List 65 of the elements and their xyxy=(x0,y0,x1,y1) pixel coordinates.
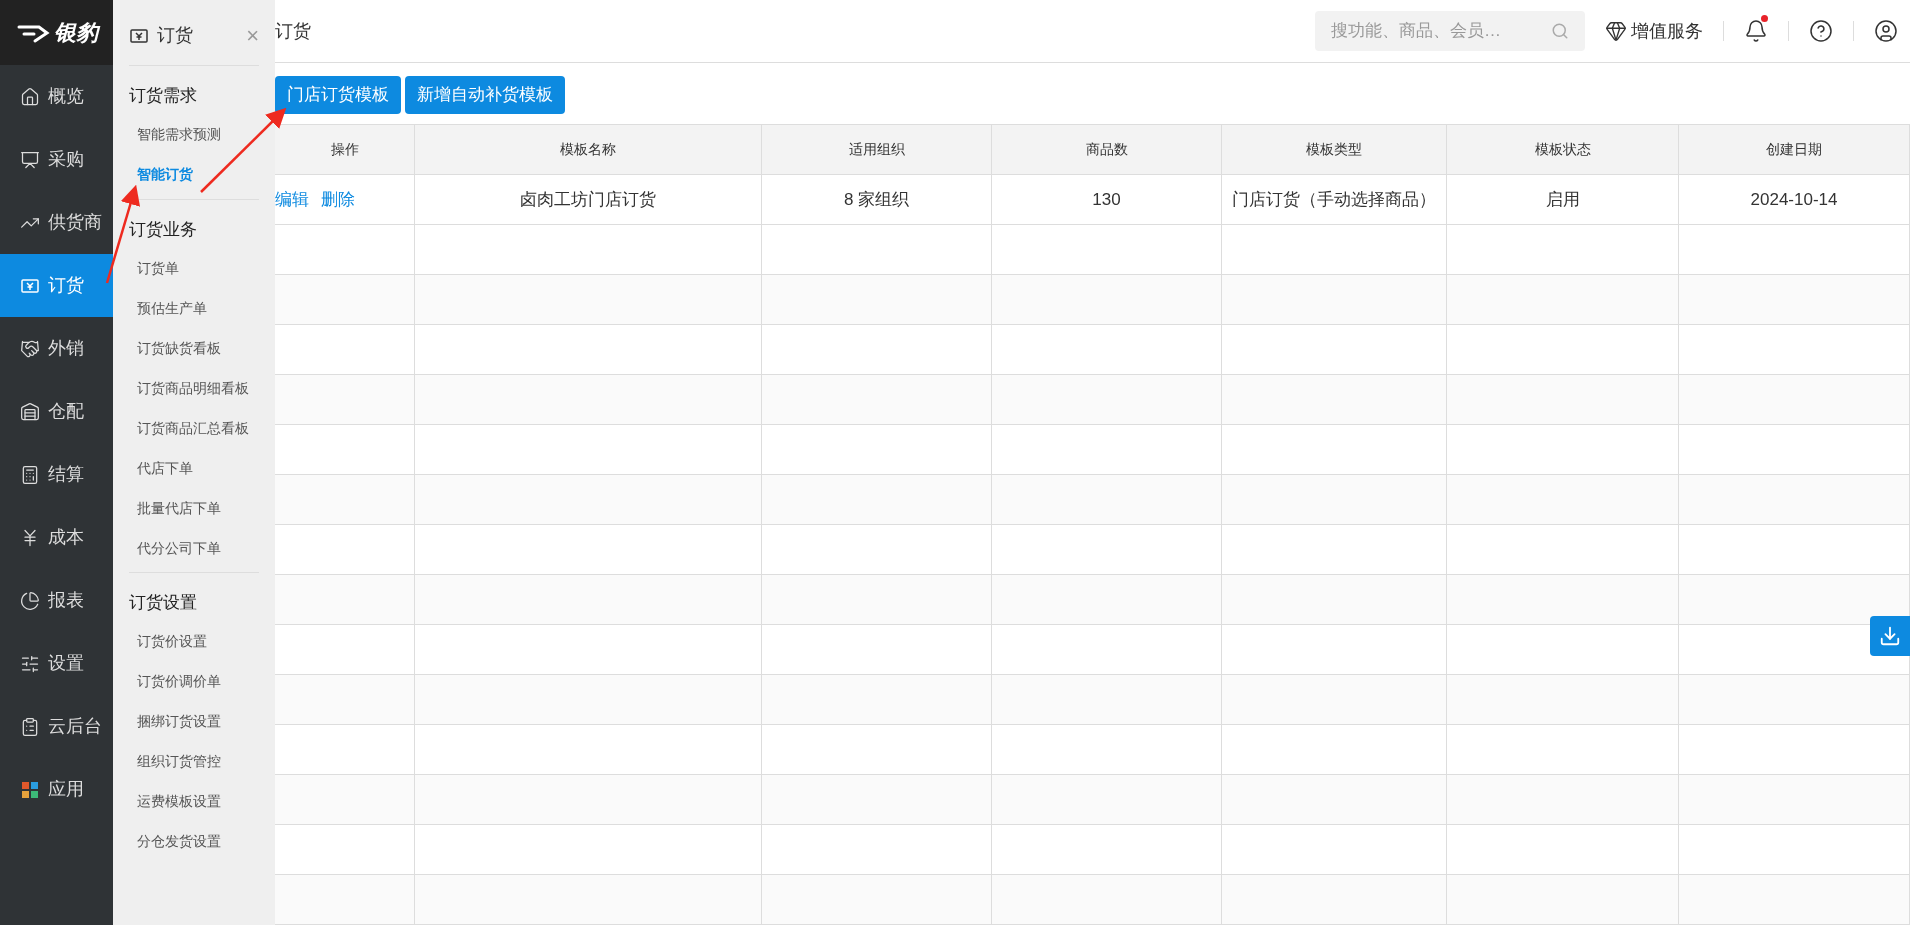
nav-item[interactable]: 外销 xyxy=(0,317,113,380)
group-title: 订货业务 xyxy=(129,218,198,241)
add-template-button[interactable]: 新增自动补货模板 xyxy=(405,76,565,114)
nav-item[interactable]: 报表 xyxy=(0,569,113,632)
group-title: 订货需求 xyxy=(129,85,198,107)
home-icon xyxy=(20,86,40,107)
table-cell: 卤肉工坊门店订货 xyxy=(415,175,762,224)
submenu-item[interactable]: 捆绑订货设置 xyxy=(129,701,259,742)
search-icon xyxy=(1551,22,1569,40)
nav-item[interactable]: 云后台 xyxy=(0,695,113,758)
column-header: 创建日期 xyxy=(1679,125,1910,174)
submenu-item[interactable]: 订货价设置 xyxy=(129,621,259,662)
table-cell: 门店订货（手动选择商品） xyxy=(1222,175,1447,224)
value-added-link[interactable]: 增值服务 xyxy=(1605,17,1703,45)
page-title: 订货 xyxy=(275,19,312,43)
board-icon xyxy=(20,149,40,170)
submenu-item[interactable]: 分仓发货设置 xyxy=(129,821,259,862)
table-cell: 2024-10-14 xyxy=(1679,175,1910,224)
submenu-item[interactable]: 预估生产单 xyxy=(129,288,259,328)
submenu-item[interactable]: 批量代店下单 xyxy=(129,488,259,528)
column-header: 操作 xyxy=(275,125,415,174)
download-icon xyxy=(1879,625,1901,647)
submenu-item[interactable]: 订货商品明细看板 xyxy=(129,368,259,408)
nav-item[interactable]: 结算 xyxy=(0,443,113,506)
group-title: 订货设置 xyxy=(129,592,198,614)
column-header: 模板状态 xyxy=(1447,125,1679,174)
submenu-item[interactable]: 订货商品汇总看板 xyxy=(129,408,259,448)
column-header: 模板类型 xyxy=(1222,125,1447,174)
submenu-item[interactable]: 代店下单 xyxy=(129,448,259,488)
action-link[interactable]: 编辑 xyxy=(275,186,309,213)
apps-icon xyxy=(20,779,40,800)
pie-chart-icon xyxy=(20,590,40,611)
table-cell: 启用 xyxy=(1447,175,1679,224)
submenu-item[interactable]: 代分公司下单 xyxy=(129,528,259,568)
add-template-button[interactable]: 门店订货模板 xyxy=(275,76,401,114)
submenu-item[interactable]: 订货单 xyxy=(129,248,259,288)
action-link[interactable]: 删除 xyxy=(321,186,355,213)
diamond-icon xyxy=(1605,20,1627,42)
submenu-item[interactable]: 组织订货管控 xyxy=(129,741,259,782)
nav-item[interactable]: 概览 xyxy=(0,65,113,128)
submenu-item[interactable]: 订货价调价单 xyxy=(129,661,259,702)
handshake-icon xyxy=(20,338,40,359)
sliders-icon xyxy=(20,653,40,674)
nav-item[interactable]: 应用 xyxy=(0,758,113,821)
submenu-item[interactable]: 订货缺货看板 xyxy=(129,328,259,368)
column-header: 商品数 xyxy=(992,125,1222,174)
nav-item[interactable]: 设置 xyxy=(0,632,113,695)
table-cell: 8 家组织 xyxy=(762,175,992,224)
submenu-title: 订货 xyxy=(157,24,194,47)
nav-item[interactable]: 订货 xyxy=(0,254,113,317)
warehouse-icon xyxy=(20,401,40,422)
submenu-item[interactable]: 运费模板设置 xyxy=(129,781,259,822)
column-header: 适用组织 xyxy=(762,125,992,174)
submenu-item[interactable]: 智能需求预测 xyxy=(129,114,259,155)
column-header: 模板名称 xyxy=(415,125,762,174)
help-icon[interactable] xyxy=(1809,19,1833,43)
nav-item[interactable]: 仓配 xyxy=(0,380,113,443)
bell-icon[interactable] xyxy=(1744,19,1768,43)
nav-item[interactable]: 供货商 xyxy=(0,191,113,254)
user-icon[interactable] xyxy=(1874,19,1898,43)
download-button[interactable] xyxy=(1870,616,1910,656)
table-cell: 130 xyxy=(992,175,1222,224)
nav-item[interactable]: 采购 xyxy=(0,128,113,191)
clipboard-icon xyxy=(20,716,40,737)
nav-item[interactable]: 成本 xyxy=(0,506,113,569)
